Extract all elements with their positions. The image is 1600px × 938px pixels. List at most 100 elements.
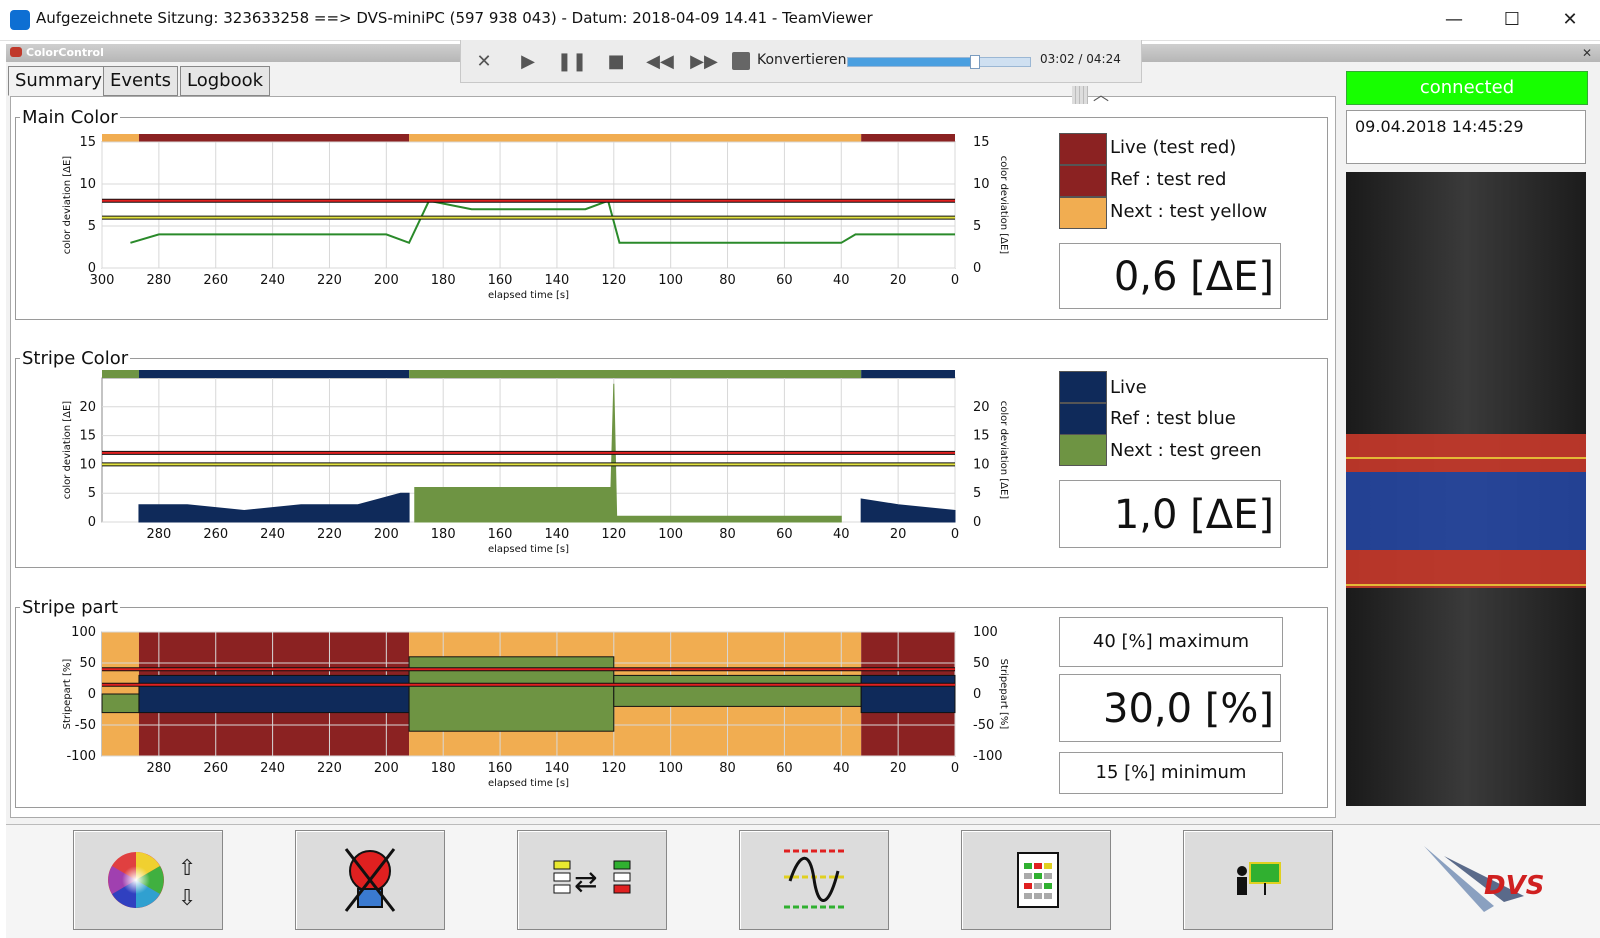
color-wheel-button[interactable]: ⇧ ⇩ [73,830,223,930]
segment-bar [138,370,410,378]
x-tick-label: 220 [317,273,342,288]
shuffle-sequence-button[interactable]: ⇄ [517,830,667,930]
y-tick-label: 15 [79,135,96,150]
x-tick-label: 100 [658,761,683,776]
x-tick-label: 160 [488,761,513,776]
rewind-icon[interactable]: ◀◀ [642,48,678,76]
playback-progress-thumb[interactable] [969,55,980,69]
spreadsheet-icon [1017,852,1059,908]
y-tick-label-right: 15 [973,135,990,150]
x-tick-label: 260 [203,761,228,776]
segment-bar [861,134,955,142]
y-tick-label: -50 [75,718,96,733]
x-tick-label: 280 [146,761,171,776]
x-axis-label: elapsed time [s] [488,544,569,555]
presentation-button[interactable] [1183,830,1333,930]
stripe-part-maximum: 40 [%] maximum [1059,617,1283,667]
x-tick-label: 240 [260,527,285,542]
y-axis-label-right: Stripepart [%] [998,659,1009,730]
y-tick-label-right: 50 [973,656,990,671]
x-tick-label: 180 [431,527,456,542]
download-icon[interactable] [732,52,750,70]
stripe-legend-ref-label: Ref : test blue [1110,408,1236,429]
shuffle-icon: ⇄ [553,860,631,898]
disable-light-button[interactable] [295,830,445,930]
tab-events[interactable]: Events [103,66,178,96]
y-tick-label: 5 [88,219,96,234]
y-tick-label-right: 0 [973,515,981,530]
stripe-part-title: Stripe part [22,597,119,618]
x-tick-label: 240 [260,761,285,776]
x-tick-label: 180 [431,761,456,776]
stripe-legend-live-swatch [1059,371,1107,403]
maximize-button[interactable]: ☐ [1488,6,1536,34]
stripe-color-value: 1,0 [ΔE] [1059,480,1281,548]
x-tick-label: 180 [431,273,456,288]
tolerance-curve-icon [784,849,844,909]
legend-next-label: Next : test yellow [1110,201,1268,222]
x-tick-label: 260 [203,273,228,288]
x-tick-label: 0 [951,273,959,288]
close-button[interactable]: ✕ [1546,6,1594,34]
window-title: Aufgezeichnete Sitzung: 323633258 ==> DV… [36,9,873,27]
x-tick-label: 100 [658,273,683,288]
x-tick-label: 60 [776,273,793,288]
stripe-band [138,674,410,714]
legend-ref-swatch [1059,165,1107,197]
app-title: ColorControl [26,46,104,59]
x-axis-label: elapsed time [s] [488,778,569,789]
y-tick-label: 0 [88,515,96,530]
x-tick-label: 60 [776,761,793,776]
x-tick-label: 240 [260,273,285,288]
report-button[interactable] [961,830,1111,930]
convert-label[interactable]: Konvertieren [757,52,847,68]
app-icon [10,47,22,57]
x-tick-label: 160 [488,273,513,288]
pause-icon[interactable]: ❚❚ [554,48,590,76]
main-color-chart: 300 280 260 240 220 200 180 160 140 120 100 80 60 40 2… [62,134,1009,301]
x-tick-label: 120 [601,273,626,288]
play-icon[interactable]: ▶ [510,48,546,76]
y-tick-label-right: -50 [973,718,994,733]
y-tick-label-right: -100 [973,749,1003,764]
y-tick-label: -100 [66,749,96,764]
camera-image [1346,172,1586,806]
stripe-part-value: 30,0 [%] [1059,674,1281,742]
x-tick-label: 20 [890,273,907,288]
segment-bar [409,134,862,142]
segment-bar [102,134,139,142]
stop-icon[interactable]: ■ [598,48,634,76]
x-tick-label: 40 [833,761,850,776]
y-tick-label: 0 [88,261,96,276]
svg-text:⇧: ⇧ [178,856,196,881]
teamviewer-logo-icon [10,10,30,30]
chevron-up-icon[interactable]: ︿ [1090,84,1112,106]
stop-close-icon[interactable]: ✕ [466,48,502,76]
tolerance-curve-button[interactable] [739,830,889,930]
connection-status: connected [1346,71,1588,105]
stripe-band [101,693,140,714]
app-close-button[interactable]: ✕ [1578,44,1596,62]
fast-forward-icon[interactable]: ▶▶ [686,48,722,76]
y-tick-label: 100 [71,625,96,640]
datetime-display: 09.04.2018 14:45:29 [1346,110,1586,164]
tab-summary[interactable]: Summary [8,66,109,96]
y-tick-label: 5 [88,486,96,501]
grid-icon[interactable] [1072,86,1088,104]
x-tick-label: 200 [374,761,399,776]
datetime-text: 09.04.2018 14:45:29 [1355,117,1524,136]
x-tick-label: 20 [890,527,907,542]
color-wheel-icon: ⇧ ⇩ [108,852,196,911]
x-tick-label: 160 [488,527,513,542]
stripe-legend-ref-swatch [1059,403,1107,435]
x-tick-label: 100 [658,527,683,542]
minimize-button[interactable]: — [1430,6,1478,34]
y-tick-label-right: 5 [973,219,981,234]
main-color-title: Main Color [22,107,118,128]
y-axis-label: color deviation [ΔE] [62,401,73,500]
x-axis-label: elapsed time [s] [488,290,569,301]
tab-logbook[interactable]: Logbook [180,66,271,96]
y-axis-label-right: color deviation [ΔE] [998,156,1009,255]
legend-live-label: Live (test red) [1110,137,1237,158]
stripe-part-chart: 280 260 240 220 200 180 160 140 120 100 80 60 40 20 0-… [62,625,1009,789]
